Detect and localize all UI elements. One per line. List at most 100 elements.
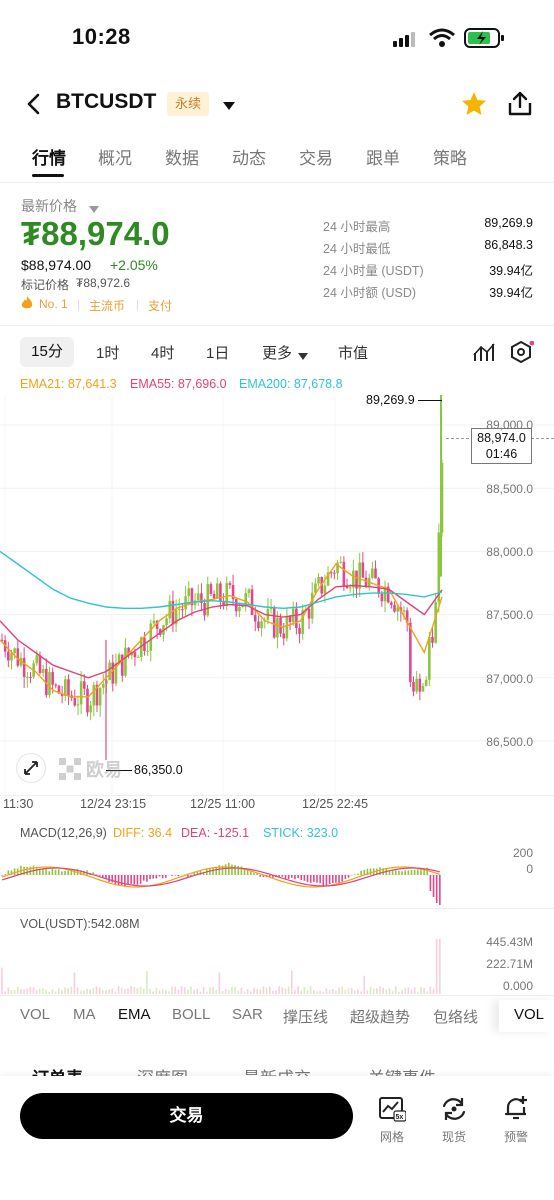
candle — [26, 676, 29, 678]
indicator-boll[interactable]: BOLL — [172, 1006, 210, 1023]
candle — [358, 562, 361, 589]
volume-bar — [155, 988, 158, 994]
candle — [396, 607, 399, 612]
candle — [276, 617, 279, 638]
grid-bot-icon[interactable]: 5x — [378, 1096, 407, 1127]
macd-bar — [234, 864, 236, 875]
timeframe-4h[interactable]: 4时 — [151, 342, 174, 363]
volume-bar — [57, 988, 60, 994]
macd-bar — [429, 875, 432, 891]
volume-bar — [64, 987, 66, 994]
macd-bar — [1, 875, 3, 876]
favorite-star-icon[interactable] — [460, 90, 488, 123]
indicator-supertrend[interactable]: 超级趋势 — [350, 1006, 410, 1027]
main-tabs: 行情 概况 数据 动态 交易 跟单 策略 — [0, 140, 554, 178]
volume-bar — [51, 989, 54, 994]
mark-price-label: 标记价格 — [21, 278, 70, 292]
share-icon[interactable] — [506, 90, 534, 123]
sub-indicator-vol[interactable]: VOL — [514, 1006, 544, 1023]
macd-tick: 200 — [512, 846, 533, 860]
indicator-ma[interactable]: MA — [73, 1006, 96, 1023]
timeframe-15m[interactable]: 15分 — [20, 337, 74, 367]
indicator-support-resistance[interactable]: 撑压线 — [283, 1006, 328, 1027]
volume-bar — [284, 988, 287, 994]
macd-bar — [51, 868, 54, 875]
spot-label[interactable]: 现货 — [434, 1128, 474, 1145]
candle — [323, 585, 327, 594]
candle — [437, 532, 441, 602]
volume-bar — [218, 972, 221, 994]
indicator-sar[interactable]: SAR — [232, 1006, 263, 1023]
current-price-box: 88,974.0 01:46 — [471, 428, 532, 464]
volume-bar — [45, 989, 47, 994]
tab-copy[interactable]: 跟单 — [366, 144, 400, 169]
tab-order-book[interactable]: 订单表 — [32, 1064, 83, 1076]
back-icon[interactable] — [24, 92, 44, 121]
battery-icon — [464, 26, 506, 55]
payment-tag[interactable]: 支付 — [148, 297, 172, 314]
alert-label[interactable]: 预警 — [496, 1128, 536, 1145]
indicator-chart-icon[interactable] — [473, 341, 495, 368]
volume-bar — [369, 986, 372, 994]
x-tick: 12/25 11:00 — [190, 797, 256, 811]
tab-feed[interactable]: 动态 — [232, 144, 266, 169]
macd-bar — [237, 865, 240, 875]
latest-price-label[interactable]: 最新价格 — [21, 196, 77, 216]
symbol-title[interactable]: BTCUSDT — [56, 90, 156, 114]
tab-data[interactable]: 数据 — [165, 144, 199, 169]
tab-trades[interactable]: 最新成交 — [243, 1064, 311, 1076]
volume-bar — [237, 990, 240, 994]
macd-bar — [136, 875, 139, 885]
timeframe-1d[interactable]: 1日 — [206, 342, 229, 363]
volume-bar — [48, 991, 51, 994]
volume-bar — [42, 988, 44, 994]
macd-bar — [347, 875, 350, 878]
active-tab-indicator — [32, 174, 64, 177]
flame-icon — [21, 296, 33, 315]
candle — [431, 637, 434, 643]
tab-strategy[interactable]: 策略 — [433, 144, 467, 169]
volume-bar — [303, 986, 306, 994]
indicator-ema[interactable]: EMA — [118, 1006, 151, 1023]
volume-bar — [26, 988, 28, 994]
volume-bar — [177, 989, 180, 994]
more-dropdown-icon[interactable] — [298, 348, 308, 366]
timeframe-1h[interactable]: 1时 — [96, 342, 119, 363]
mainstream-tag[interactable]: 主流币 — [89, 297, 125, 314]
tab-market[interactable]: 行情 — [32, 144, 66, 169]
volume-bar — [79, 990, 82, 994]
spot-icon[interactable] — [440, 1096, 468, 1127]
macd-bar — [4, 874, 6, 875]
volume-bar — [250, 991, 252, 994]
volume-bar — [278, 986, 280, 994]
volume-bar — [319, 990, 321, 994]
tab-depth[interactable]: 深度图 — [137, 1064, 188, 1076]
volume-bar — [187, 989, 189, 994]
indicator-envelope[interactable]: 包络线 — [433, 1006, 478, 1027]
candle — [428, 637, 431, 680]
volume-bar — [86, 988, 88, 994]
macd-bar — [319, 875, 321, 884]
macd-bar — [322, 875, 325, 886]
symbol-dropdown-icon[interactable] — [222, 98, 236, 116]
macd-bar — [401, 871, 403, 875]
tab-events[interactable]: 关键事件 — [368, 1064, 436, 1076]
timeframe-more[interactable]: 更多 — [262, 342, 292, 363]
indicator-vol[interactable]: VOL — [20, 1006, 50, 1023]
expand-icon[interactable] — [16, 753, 46, 783]
volume-bar — [272, 990, 274, 994]
timeframe-market-cap[interactable]: 市值 — [338, 342, 368, 363]
candle — [285, 616, 289, 639]
wifi-icon — [428, 27, 456, 54]
tab-trade[interactable]: 交易 — [299, 144, 333, 169]
grid-label[interactable]: 网格 — [372, 1128, 412, 1145]
x-tick: 12/25 22:45 — [302, 797, 369, 811]
rank-tag[interactable]: No. 1 — [39, 297, 68, 311]
volume-bar — [347, 988, 350, 994]
alert-bell-icon[interactable] — [502, 1094, 530, 1127]
chart-settings-icon[interactable] — [510, 340, 535, 368]
macd-bar — [294, 875, 296, 880]
volume-bar — [114, 991, 117, 994]
tab-overview[interactable]: 概况 — [98, 144, 132, 169]
trade-button[interactable]: 交易 — [20, 1093, 353, 1139]
